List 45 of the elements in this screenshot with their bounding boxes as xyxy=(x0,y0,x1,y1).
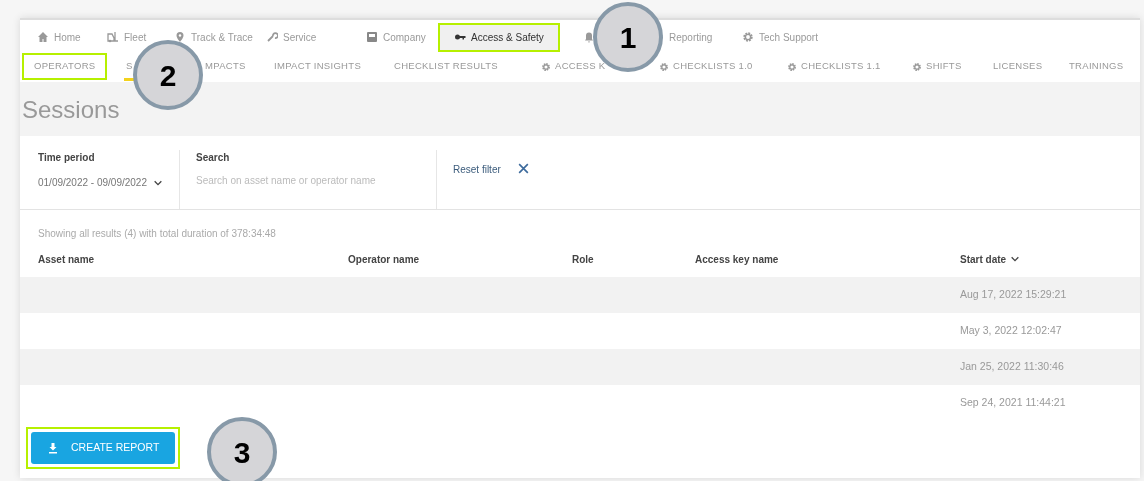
id-card-icon xyxy=(366,31,378,43)
table-cell: May 3, 2022 12:02:47 xyxy=(960,324,1062,337)
sub-tab[interactable]: SHIFTS xyxy=(910,55,964,81)
home-icon xyxy=(37,31,49,43)
chevron-down-icon xyxy=(1010,254,1021,264)
nav-tab[interactable]: Tech Support xyxy=(738,27,822,47)
sub-tab[interactable]: LICENSES xyxy=(991,55,1045,81)
reset-filter-link[interactable]: Reset filter xyxy=(453,162,501,177)
column-header: Operator name xyxy=(348,252,420,267)
forklift-icon xyxy=(107,31,119,43)
sub-tab[interactable]: MPACTS xyxy=(203,55,248,81)
nav-tab[interactable]: Company xyxy=(362,27,430,47)
field-label: Time period xyxy=(38,151,96,165)
gear-icon xyxy=(742,31,754,43)
gear-icon xyxy=(659,61,669,72)
create-report-button[interactable]: CREATE REPORT xyxy=(31,432,176,464)
sub-tab[interactable]: ACCESS K xyxy=(539,55,608,81)
column-header[interactable]: Start date xyxy=(960,251,1021,267)
column-header: Role xyxy=(572,252,594,267)
page-title: Sessions xyxy=(22,95,121,125)
gear-icon xyxy=(787,61,797,72)
download-icon xyxy=(47,441,59,454)
results-summary: Showing all results (4) with total duration of 378:34:48 xyxy=(37,227,277,241)
column-header: Asset name xyxy=(38,252,95,267)
wrench-icon xyxy=(266,31,278,43)
close-icon[interactable] xyxy=(516,162,530,175)
table-cell: Jan 25, 2022 11:30:46 xyxy=(960,360,1064,373)
sub-tab[interactable]: CHECKLIST RESULTS xyxy=(392,55,500,81)
field-label: Search xyxy=(196,151,231,165)
nav-tab[interactable]: Service xyxy=(262,27,321,47)
bell-icon xyxy=(583,31,595,43)
sub-tab[interactable]: IMPACT INSIGHTS xyxy=(272,55,364,81)
gear-icon xyxy=(541,61,551,72)
sub-tab[interactable]: OPERATORS xyxy=(22,53,108,83)
nav-tab[interactable]: Home xyxy=(33,27,85,47)
location-pin-icon xyxy=(174,31,186,43)
sub-tab[interactable]: TRAININGS xyxy=(1067,55,1126,81)
table-cell: Aug 17, 2022 15:29:21 xyxy=(960,288,1067,301)
sub-tab[interactable]: CHECKLISTS 1.0 xyxy=(657,55,755,81)
nav-tab[interactable]: Access & Safety xyxy=(438,22,560,52)
sub-tab[interactable]: CHECKLISTS 1.1 xyxy=(785,55,883,81)
gear-icon xyxy=(912,61,922,72)
column-header: Access key name xyxy=(695,252,779,267)
table-cell: Sep 24, 2021 11:44:21 xyxy=(960,396,1066,409)
date-range-dropdown[interactable]: 01/09/2022 - 09/09/2022 xyxy=(38,175,163,190)
